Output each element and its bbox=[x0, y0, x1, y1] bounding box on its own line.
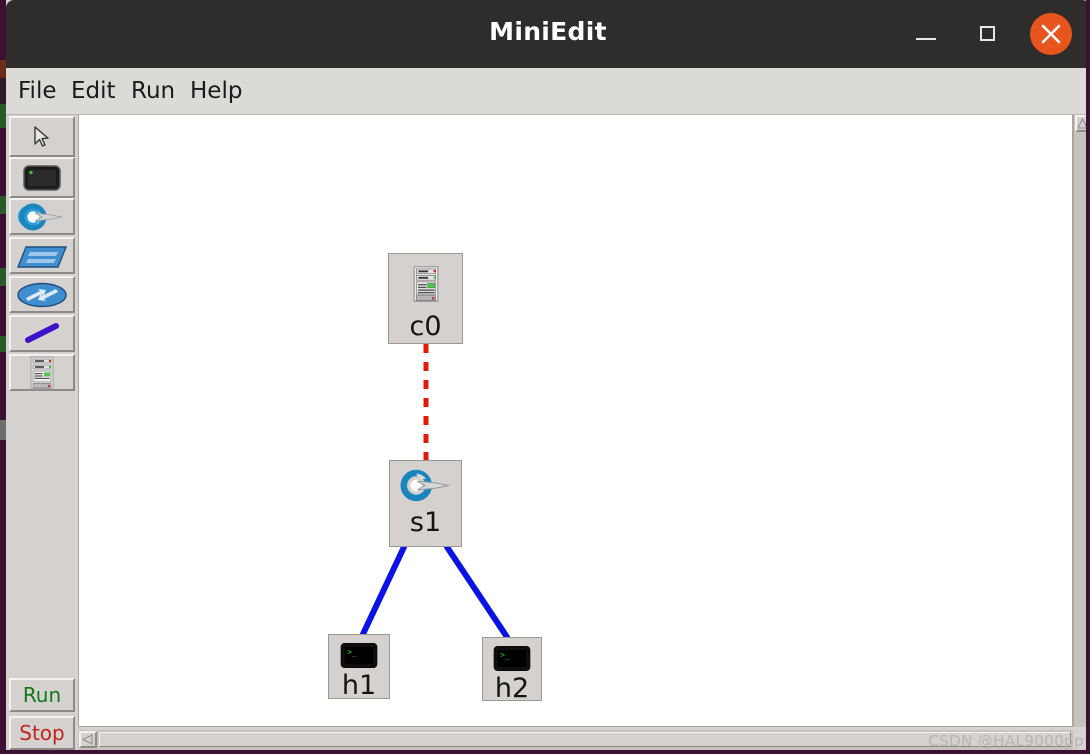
title-bar: MiniEdit bbox=[6, 0, 1090, 68]
node-c0[interactable]: c0 bbox=[388, 253, 463, 344]
node-label-h2: h2 bbox=[494, 673, 530, 704]
host-icon bbox=[23, 164, 61, 191]
link-tool-button[interactable] bbox=[9, 315, 75, 352]
node-label-c0: c0 bbox=[409, 311, 442, 342]
tool-palette: Run Stop bbox=[6, 114, 75, 754]
horizontal-scroll-trough[interactable] bbox=[99, 732, 1071, 747]
minimize-icon bbox=[916, 38, 936, 40]
close-button[interactable] bbox=[1030, 13, 1072, 55]
select-tool-button[interactable] bbox=[9, 116, 75, 157]
terminal-icon: >_ bbox=[340, 642, 378, 669]
window-bottom-edge bbox=[0, 750, 1090, 754]
menu-item-file[interactable]: File bbox=[14, 76, 61, 106]
node-h2[interactable]: >_ h2 bbox=[482, 637, 542, 704]
node-label-s1: s1 bbox=[409, 507, 442, 538]
scroll-left-button[interactable] bbox=[79, 731, 97, 748]
svg-text:>_: >_ bbox=[347, 648, 357, 657]
openflow-switch-icon bbox=[18, 203, 63, 230]
node-s1[interactable]: s1 bbox=[389, 460, 462, 547]
openflow-switch-icon bbox=[400, 469, 449, 502]
host-tool-button[interactable] bbox=[9, 157, 75, 198]
legacy-router-icon bbox=[17, 282, 67, 307]
link-layer bbox=[360, 344, 510, 640]
maximize-icon bbox=[980, 26, 995, 41]
controller-icon bbox=[413, 266, 438, 302]
window-left-edge bbox=[0, 0, 6, 754]
maximize-button[interactable] bbox=[972, 18, 1004, 50]
legacy-switch-icon bbox=[16, 245, 68, 268]
horizontal-scrollbar[interactable] bbox=[78, 730, 1073, 750]
main-body: Run Stop c0 s1 >_ h1 >_ h2 bbox=[6, 114, 1090, 754]
node-h1[interactable]: >_ h1 bbox=[328, 634, 390, 699]
watermark-text: CSDN @HAL9000pp bbox=[928, 732, 1084, 750]
controller-icon bbox=[30, 356, 54, 389]
cursor-arrow-icon bbox=[34, 125, 49, 147]
scroll-left-arrow-icon bbox=[81, 734, 93, 745]
link-s1-h1[interactable] bbox=[360, 544, 407, 637]
controller-tool-button[interactable] bbox=[9, 354, 75, 391]
switch-tool-button[interactable] bbox=[9, 198, 75, 235]
legacy-router-tool-button[interactable] bbox=[9, 276, 75, 313]
menu-item-help[interactable]: Help bbox=[186, 76, 246, 106]
menu-item-run[interactable]: Run bbox=[127, 76, 179, 106]
legacy-switch-tool-button[interactable] bbox=[9, 237, 75, 274]
run-button[interactable]: Run bbox=[9, 678, 75, 712]
close-icon bbox=[1041, 24, 1061, 44]
node-label-h1: h1 bbox=[341, 670, 377, 701]
window-right-edge bbox=[1086, 0, 1090, 754]
canvas-area: c0 s1 >_ h1 >_ h2 bbox=[75, 114, 1090, 754]
menu-bar: File Edit Run Help bbox=[6, 68, 1090, 115]
stop-button[interactable]: Stop bbox=[9, 716, 75, 750]
minimize-button[interactable] bbox=[910, 18, 942, 50]
terminal-icon: >_ bbox=[493, 645, 531, 672]
topology-canvas[interactable]: c0 s1 >_ h1 >_ h2 bbox=[78, 114, 1073, 727]
link-s1-h2[interactable] bbox=[444, 544, 510, 640]
miniedit-window: MiniEdit File Edit Run Help Run Stop c0 … bbox=[0, 0, 1090, 754]
link-line-icon bbox=[25, 322, 59, 343]
menu-item-edit[interactable]: Edit bbox=[67, 76, 120, 106]
svg-text:>_: >_ bbox=[500, 651, 510, 660]
